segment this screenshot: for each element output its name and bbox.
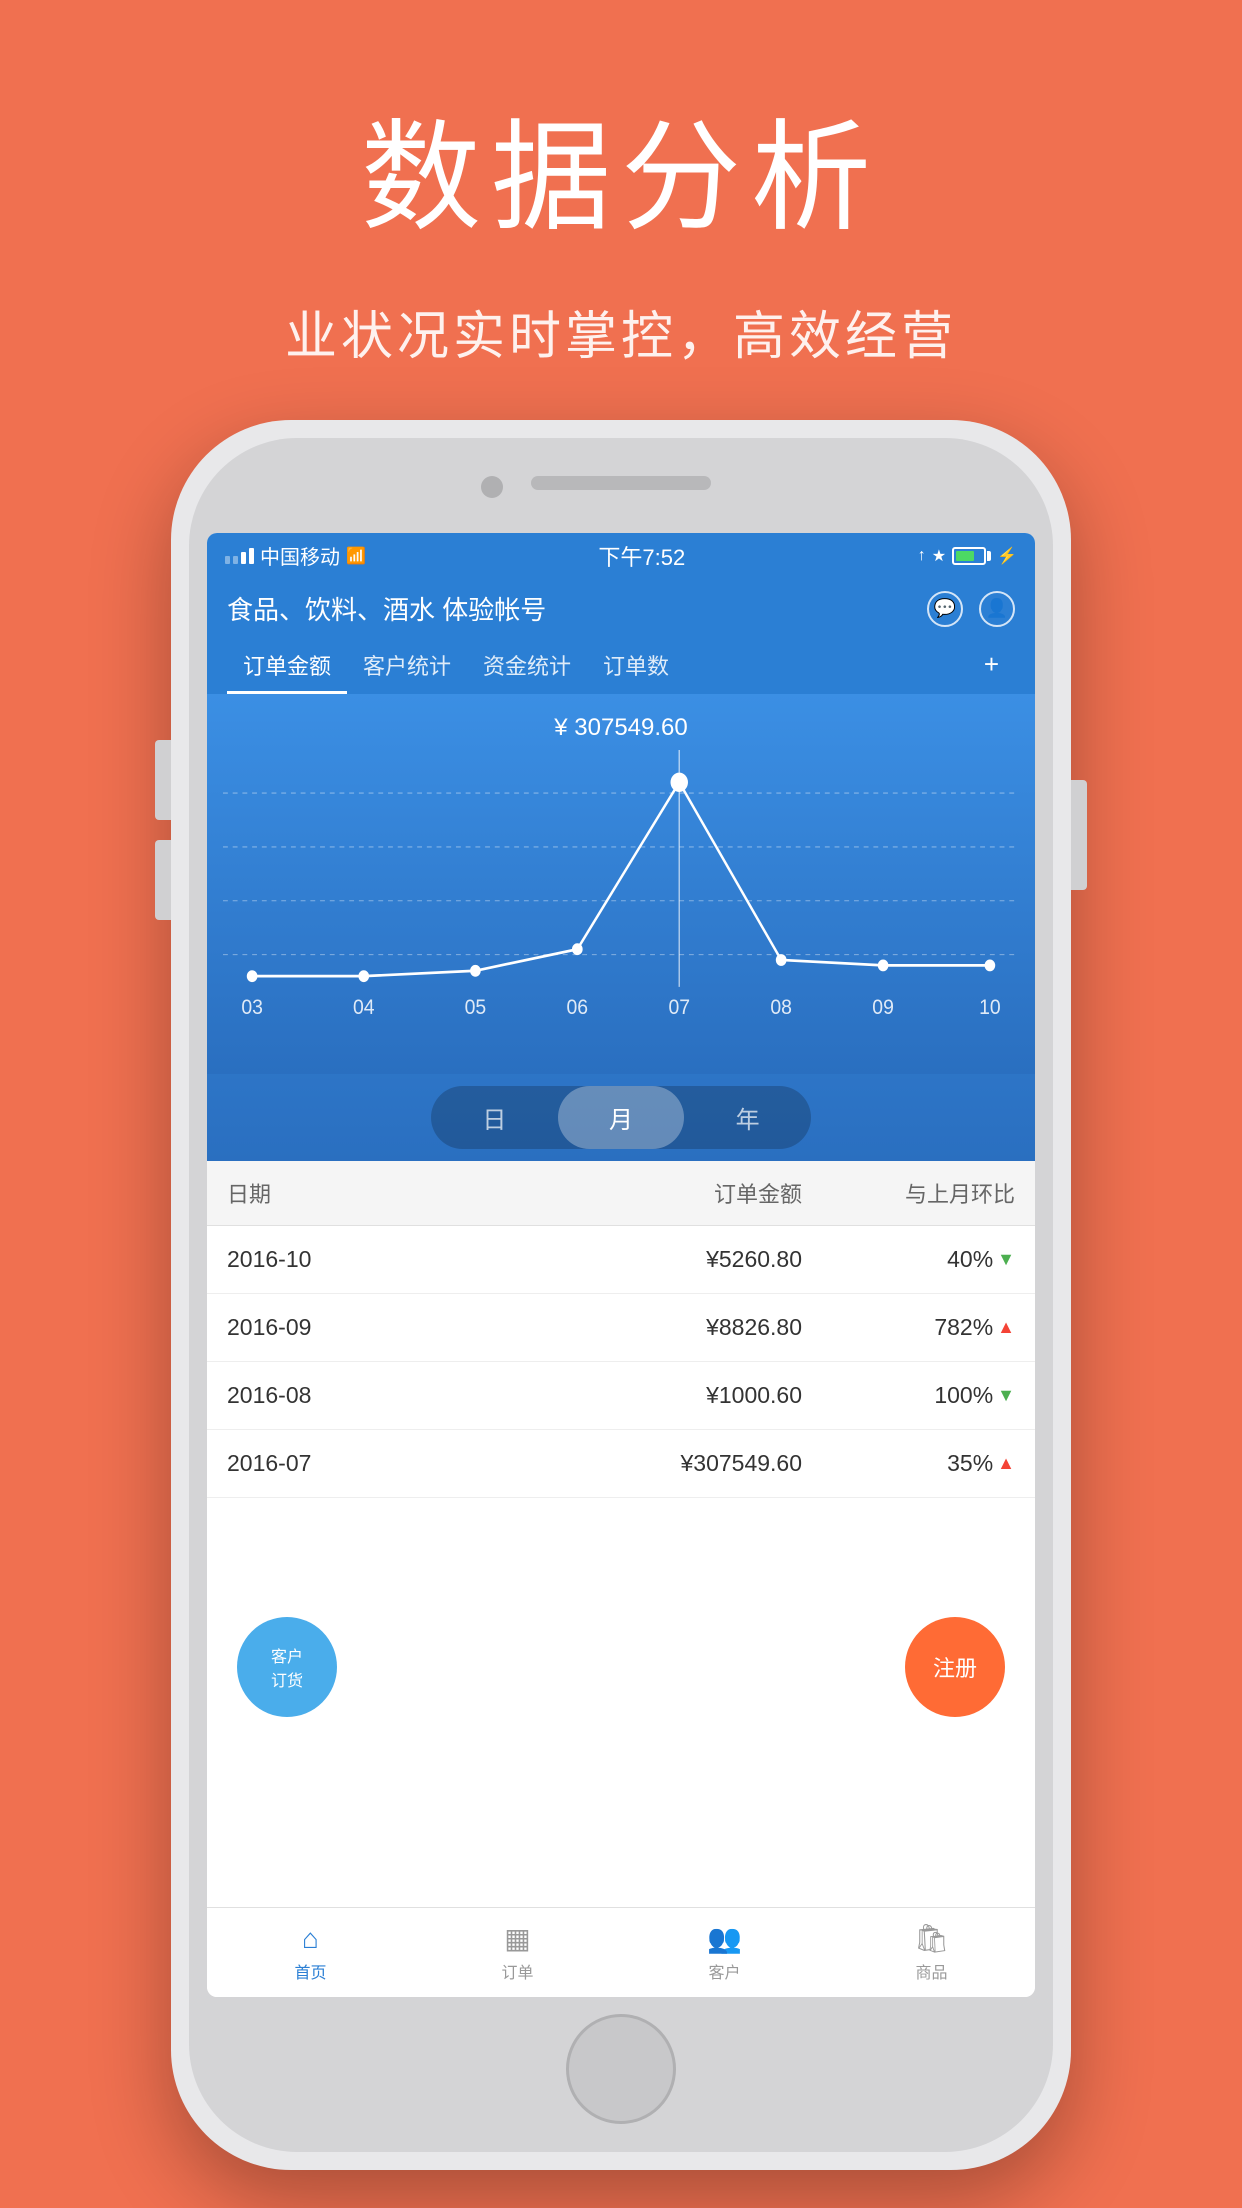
screen-content: 中国移动 📶 下午7:52 ↑ ★ — [207, 533, 1035, 1997]
app-header: 食品、饮料、酒水 体验帐号 💬 👤 订单金额 客户统计 资金统计 订单数 + — [207, 578, 1035, 694]
th-change: 与上月环比 — [802, 1177, 1015, 1209]
svg-text:06: 06 — [567, 995, 589, 1019]
up-arrow-icon: ▲ — [997, 1317, 1015, 1338]
toggle-year[interactable]: 年 — [684, 1086, 811, 1149]
nav-home[interactable]: ⌂ 首页 — [207, 1918, 414, 1987]
th-date: 日期 — [227, 1177, 483, 1209]
toggle-month[interactable]: 月 — [558, 1086, 685, 1149]
battery-icon — [952, 547, 991, 565]
toggle-pill: 日 月 年 — [431, 1086, 811, 1149]
nav-tabs: 订单金额 客户统计 资金统计 订单数 + — [227, 639, 1015, 694]
td-amount-3: ¥307549.60 — [483, 1450, 802, 1477]
phone-outer: 中国移动 📶 下午7:52 ↑ ★ — [171, 420, 1071, 2170]
order-icon: ▦ — [504, 1922, 530, 1955]
td-change-3: 35% ▲ — [802, 1450, 1015, 1477]
toggle-day[interactable]: 日 — [431, 1086, 558, 1149]
app-header-top: 食品、饮料、酒水 体验帐号 💬 👤 — [227, 590, 1015, 627]
td-amount-0: ¥5260.80 — [483, 1246, 802, 1273]
svg-text:09: 09 — [872, 995, 894, 1019]
user-icon[interactable]: 👤 — [979, 591, 1015, 627]
chart-section: ¥ 307549.60 — [207, 694, 1035, 1161]
td-change-0: 40% ▼ — [802, 1246, 1015, 1273]
signal-icon — [225, 548, 254, 564]
status-time: 下午7:52 — [598, 540, 685, 572]
status-left: 中国移动 📶 — [225, 541, 366, 570]
td-change-2: 100% ▼ — [802, 1382, 1015, 1409]
phone-speaker — [531, 476, 711, 490]
wifi-icon: 📶 — [346, 546, 366, 566]
hero-title: 数据分析 — [0, 80, 1242, 254]
tab-order-count[interactable]: 订单数 — [587, 639, 685, 694]
chart-selected-value: ¥ 307549.60 — [223, 714, 1019, 742]
nav-order-label: 订单 — [501, 1959, 533, 1983]
customer-order-label: 客户 — [271, 1643, 303, 1667]
power-button — [1071, 780, 1087, 890]
svg-text:07: 07 — [668, 995, 690, 1019]
td-amount-1: ¥8826.80 — [483, 1314, 802, 1341]
tab-fund-stats[interactable]: 资金统计 — [467, 639, 587, 694]
tab-customer-stats[interactable]: 客户统计 — [347, 639, 467, 694]
carrier-label: 中国移动 — [260, 541, 340, 570]
th-amount: 订单金额 — [483, 1177, 802, 1209]
nav-product-label: 商品 — [915, 1959, 947, 1983]
message-icon[interactable]: 💬 — [927, 591, 963, 627]
register-label: 注册 — [933, 1651, 977, 1683]
phone-camera — [481, 476, 503, 498]
svg-text:05: 05 — [465, 995, 487, 1019]
data-table: 日期 订单金额 与上月环比 2016-10 ¥5260.80 40% ▼ 201… — [207, 1161, 1035, 1907]
phone-screen: 中国移动 📶 下午7:52 ↑ ★ — [207, 533, 1035, 1997]
customer-order-button[interactable]: 客户 订货 — [237, 1617, 337, 1717]
home-icon: ⌂ — [302, 1923, 319, 1955]
svg-text:04: 04 — [353, 995, 375, 1019]
table-row: 2016-09 ¥8826.80 782% ▲ — [207, 1294, 1035, 1362]
header-icons: 💬 👤 — [927, 591, 1015, 627]
up-arrow-icon: ▲ — [997, 1453, 1015, 1474]
down-arrow-icon: ▼ — [997, 1249, 1015, 1270]
td-date-1: 2016-09 — [227, 1314, 483, 1341]
status-bar: 中国移动 📶 下午7:52 ↑ ★ — [207, 533, 1035, 578]
add-tab-button[interactable]: + — [968, 639, 1015, 694]
hero-subtitle: 业状况实时掌控，高效经营 — [0, 294, 1242, 369]
td-date-2: 2016-08 — [227, 1382, 483, 1409]
home-button[interactable] — [566, 2014, 676, 2124]
svg-text:03: 03 — [241, 995, 263, 1019]
nav-product[interactable]: 🛍 商品 — [828, 1918, 1035, 1987]
nav-customer-label: 客户 — [708, 1959, 740, 1983]
td-date-0: 2016-10 — [227, 1246, 483, 1273]
svg-text:10: 10 — [979, 995, 1001, 1019]
td-amount-2: ¥1000.60 — [483, 1382, 802, 1409]
svg-text:08: 08 — [770, 995, 792, 1019]
tab-order-amount[interactable]: 订单金额 — [227, 639, 347, 694]
hero-section: 数据分析 业状况实时掌控，高效经营 — [0, 0, 1242, 369]
table-row: 2016-07 ¥307549.60 35% ▲ — [207, 1430, 1035, 1498]
customer-icon: 👥 — [707, 1922, 742, 1955]
nav-customer[interactable]: 👥 客户 — [621, 1918, 828, 1987]
time-toggle: 日 月 年 — [223, 1086, 1019, 1149]
table-header: 日期 订单金额 与上月环比 — [207, 1161, 1035, 1226]
td-date-3: 2016-07 — [227, 1450, 483, 1477]
down-arrow-icon: ▼ — [997, 1385, 1015, 1406]
phone-inner: 中国移动 📶 下午7:52 ↑ ★ — [189, 438, 1053, 2152]
chart-svg-wrapper: 03 04 05 06 07 08 09 10 — [223, 750, 1019, 1030]
table-row: 2016-10 ¥5260.80 40% ▼ — [207, 1226, 1035, 1294]
app-title: 食品、饮料、酒水 体验帐号 — [227, 590, 546, 627]
volume-up-button — [155, 740, 171, 820]
td-change-1: 782% ▲ — [802, 1314, 1015, 1341]
charge-icon: ⚡ — [997, 546, 1017, 566]
nav-home-label: 首页 — [294, 1959, 326, 1983]
bottom-nav: ⌂ 首页 ▦ 订单 👥 客户 🛍 商品 — [207, 1907, 1035, 1997]
volume-down-button — [155, 840, 171, 920]
chart-area: ¥ 307549.60 — [207, 694, 1035, 1074]
phone-mockup: 中国移动 📶 下午7:52 ↑ ★ — [171, 420, 1071, 2170]
table-row: 2016-08 ¥1000.60 100% ▼ — [207, 1362, 1035, 1430]
nav-order[interactable]: ▦ 订单 — [414, 1918, 621, 1987]
status-right: ↑ ★ ⚡ — [918, 546, 1017, 566]
product-icon: 🛍 — [914, 1922, 950, 1955]
register-button[interactable]: 注册 — [905, 1617, 1005, 1717]
customer-order-sublabel: 订货 — [271, 1667, 303, 1691]
location-icon: ↑ — [918, 547, 926, 565]
bluetooth-icon: ★ — [932, 546, 946, 566]
